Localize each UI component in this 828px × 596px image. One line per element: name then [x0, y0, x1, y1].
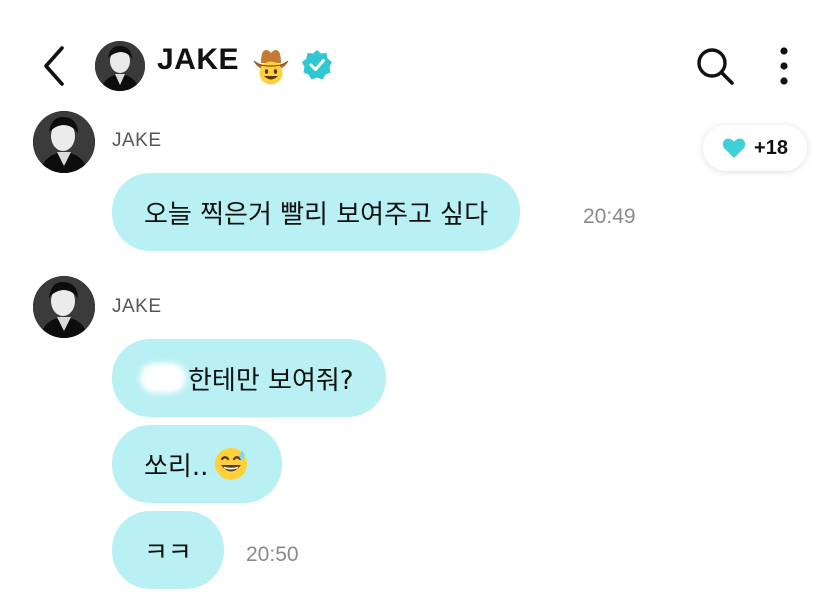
sender-name: JAKE — [112, 130, 162, 151]
reaction-count-pill[interactable]: +18 — [703, 125, 807, 171]
message-timestamp: 20:50 — [246, 543, 299, 566]
message-bubble[interactable]: ㅋㅋ — [112, 511, 224, 589]
message-bubble[interactable]: 한테만 보여줘? — [112, 339, 386, 417]
message-text: 한테만 보여줘? — [188, 365, 354, 396]
grinning-sweat-emoji-icon — [212, 445, 250, 483]
message-bubble[interactable]: 오늘 찍은거 빨리 보여주고 싶다 — [112, 173, 521, 251]
search-icon[interactable] — [694, 45, 736, 87]
reaction-count: +18 — [754, 136, 788, 159]
more-vertical-icon[interactable] — [770, 44, 798, 88]
message-bubble[interactable]: 쏘리.. — [112, 425, 283, 503]
message-text: 쏘리.. — [144, 451, 209, 482]
chat-title: JAKE — [157, 43, 240, 76]
message-timestamp: 20:49 — [583, 205, 636, 228]
header-avatar[interactable] — [95, 41, 145, 91]
sender-name: JAKE — [112, 296, 162, 317]
message-text: ㅋㅋ — [144, 537, 192, 568]
cowboy-face-emoji-icon — [251, 46, 291, 86]
chat-header: JAKE — [0, 0, 828, 112]
heart-icon — [722, 137, 746, 159]
back-arrow-icon[interactable] — [38, 44, 72, 88]
verified-badge-icon — [300, 48, 334, 82]
message-text: 오늘 찍은거 빨리 보여주고 싶다 — [144, 199, 489, 230]
sender-avatar[interactable] — [33, 276, 95, 338]
blurred-name-mask — [140, 363, 186, 393]
sender-avatar[interactable] — [33, 111, 95, 173]
